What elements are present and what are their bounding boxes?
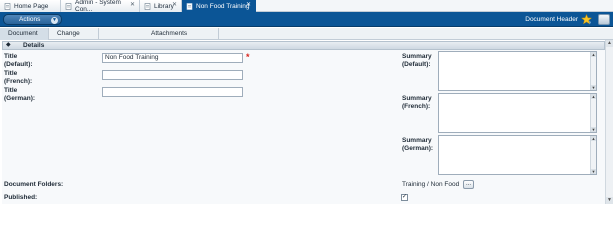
scroll-up-icon[interactable]: ▲ <box>591 52 596 57</box>
summary-french-label: Summary (French): <box>402 95 432 110</box>
textarea-scrollbar[interactable]: ▲ ▼ <box>590 136 596 174</box>
actions-button[interactable]: Actions ▼ <box>3 14 62 25</box>
favorite-star-icon[interactable] <box>581 14 592 25</box>
tab-document-details[interactable]: Document Details <box>0 28 49 49</box>
close-icon[interactable]: ✕ <box>171 2 178 9</box>
title-default-label: Title (Default): <box>4 53 33 68</box>
summary-french-textarea[interactable]: ▲ ▼ <box>438 93 597 133</box>
title-german-input[interactable] <box>102 87 243 97</box>
page-icon <box>4 2 11 10</box>
tab-label: Non Food Training <box>196 2 250 10</box>
tab-attachments[interactable]: Attachments <box>99 28 219 40</box>
scroll-up-icon[interactable]: ▲ <box>591 94 596 99</box>
scroll-down-icon[interactable]: ▼ <box>591 85 596 90</box>
tab-label: Home Page <box>14 2 49 10</box>
collapse-icon[interactable]: ◆ <box>6 42 13 49</box>
tab-home-page[interactable]: Home Page <box>0 0 61 12</box>
header-bar: Actions ▼ Document Header <box>0 12 613 27</box>
section-title: Details <box>23 42 45 49</box>
summary-default-textarea[interactable]: ▲ ▼ <box>438 51 597 91</box>
published-checkbox[interactable]: ✓ <box>401 194 408 201</box>
published-label: Published: <box>4 194 38 201</box>
page-icon <box>65 2 72 10</box>
document-folders-value: Training / Non Food <box>402 181 460 188</box>
title-german-label: Title (German): <box>4 87 36 102</box>
summary-german-textarea[interactable]: ▲ ▼ <box>438 135 597 175</box>
title-french-input[interactable] <box>102 70 243 80</box>
chevron-down-icon: ▼ <box>51 16 58 24</box>
document-subtabs: Document Details Change History Attachme… <box>0 28 613 49</box>
page-icon <box>144 2 151 10</box>
textarea-scrollbar[interactable]: ▲ ▼ <box>590 52 596 90</box>
scroll-up-icon[interactable]: ▲ <box>606 40 613 47</box>
details-section-header[interactable]: ◆ Details <box>2 41 605 50</box>
title-default-input[interactable]: Non Food Training <box>102 53 243 63</box>
required-indicator: * <box>246 52 250 62</box>
scroll-down-icon[interactable]: ▼ <box>606 197 613 204</box>
tab-change-history[interactable]: Change History <box>49 28 99 49</box>
tab-library[interactable]: Library ✕ <box>140 0 182 12</box>
document-header-link[interactable]: Document Header <box>525 16 578 23</box>
actions-label: Actions <box>19 16 41 23</box>
subtab-label: Attachments <box>151 30 188 37</box>
panel-toggle-icon[interactable] <box>598 14 610 25</box>
summary-default-label: Summary (Default): <box>402 53 432 68</box>
scroll-up-icon[interactable]: ▲ <box>591 136 596 141</box>
page-scrollbar[interactable]: ▲ ▼ <box>605 40 613 204</box>
window-tab-strip: Home Page Admin - System Con... ✕ Librar… <box>0 0 613 13</box>
scroll-down-icon[interactable]: ▼ <box>591 127 596 132</box>
close-icon[interactable]: ✕ <box>129 2 136 9</box>
summary-german-label: Summary (German): <box>402 137 434 152</box>
tab-non-food-training[interactable]: Non Food Training ✕ <box>182 0 256 12</box>
page-icon <box>186 2 193 10</box>
close-icon[interactable]: ✕ <box>245 2 252 9</box>
browse-folders-button[interactable]: ... <box>463 180 474 189</box>
textarea-scrollbar[interactable]: ▲ ▼ <box>590 94 596 132</box>
tab-admin-system-config[interactable]: Admin - System Con... ✕ <box>61 0 140 13</box>
title-french-label: Title (French): <box>4 70 33 85</box>
document-folders-label: Document Folders: <box>4 181 64 188</box>
scroll-down-icon[interactable]: ▼ <box>591 169 596 174</box>
